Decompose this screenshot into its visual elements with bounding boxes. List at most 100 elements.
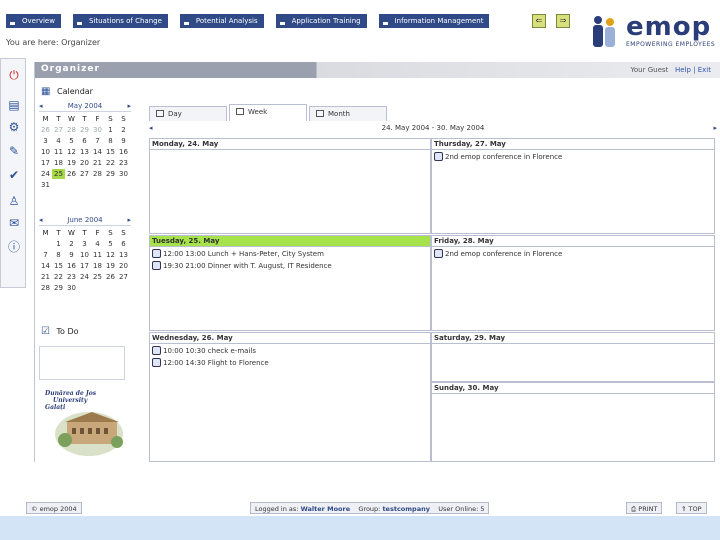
calendar-day[interactable]: 8	[52, 250, 65, 260]
calendar-day[interactable]: 1	[52, 239, 65, 249]
day-cell-wednesday[interactable]: Wednesday, 26. May 10:00 10:30 check e-m…	[149, 332, 431, 462]
calendar-day[interactable]: 6	[78, 136, 91, 146]
next-month-arrow-icon[interactable]: ▸	[127, 102, 131, 110]
nav-tab-situations-of-change[interactable]: Situations of Change	[72, 14, 168, 28]
back-icon[interactable]: ⇐	[532, 14, 546, 28]
account-link[interactable]: Your Guest	[631, 66, 669, 74]
prev-month-arrow-icon[interactable]: ◂	[39, 216, 43, 224]
calendar-day[interactable]: 3	[39, 136, 52, 146]
help-exit-link[interactable]: Help | Exit	[675, 66, 711, 74]
tab-month[interactable]: Month	[309, 106, 387, 121]
calendar-day[interactable]: 17	[78, 261, 91, 271]
day-cell-sunday[interactable]: Sunday, 30. May	[431, 382, 715, 462]
calendar-day[interactable]: 2	[65, 239, 78, 249]
calendar-day[interactable]: 20	[78, 158, 91, 168]
tab-week[interactable]: Week	[229, 104, 307, 121]
mail-icon[interactable]: ✉	[6, 215, 22, 231]
calendar-day[interactable]: 10	[39, 147, 52, 157]
calendar-day[interactable]: 13	[117, 250, 130, 260]
calendar-day[interactable]: 12	[104, 250, 117, 260]
info-icon[interactable]: ⓘ	[6, 239, 22, 255]
next-week-arrow-icon[interactable]: ▸	[713, 124, 717, 132]
calendar-day[interactable]: 11	[91, 250, 104, 260]
event-item[interactable]: 12:00 14:30 Flight to Florence	[150, 356, 430, 368]
person-icon[interactable]: ♙	[6, 193, 22, 209]
calendar-day[interactable]: 25	[91, 272, 104, 282]
calendar-day[interactable]: 12	[65, 147, 78, 157]
calendar-day[interactable]: 29	[104, 169, 117, 179]
calendar-day[interactable]: 9	[65, 250, 78, 260]
calendar-day[interactable]: 8	[104, 136, 117, 146]
calendar-day[interactable]: 23	[65, 272, 78, 282]
calendar-day[interactable]: 4	[52, 136, 65, 146]
calendar-day[interactable]: 22	[52, 272, 65, 282]
gear-icon[interactable]: ⚙	[6, 119, 22, 135]
event-item[interactable]: 19:30 21:00 Dinner with T. August, IT Re…	[150, 259, 430, 271]
event-item[interactable]: 2nd emop conference in Florence	[432, 150, 714, 162]
calendar-day[interactable]: 1	[104, 125, 117, 135]
tab-day[interactable]: Day	[149, 106, 227, 121]
nav-tab-application-training[interactable]: Application Training	[275, 14, 367, 28]
calendar-day[interactable]: 10	[78, 250, 91, 260]
day-cell-thursday[interactable]: Thursday, 27. May 2nd emop conference in…	[431, 138, 715, 234]
print-button[interactable]: ⎙ PRINT	[626, 502, 663, 514]
calendar-day[interactable]: 22	[104, 158, 117, 168]
calendar-day[interactable]: 15	[104, 147, 117, 157]
calendar-day[interactable]: 30	[65, 283, 78, 293]
event-item[interactable]: 2nd emop conference in Florence	[432, 247, 714, 259]
calendar-day[interactable]: 27	[52, 125, 65, 135]
calendar-day[interactable]: 16	[65, 261, 78, 271]
calendar-day[interactable]: 17	[39, 158, 52, 168]
calendar-day[interactable]: 23	[117, 158, 130, 168]
calendar-day[interactable]: 29	[78, 125, 91, 135]
event-item[interactable]: 10:00 10:30 check e-mails	[150, 344, 430, 356]
nav-tab-potential-analysis[interactable]: Potential Analysis	[179, 14, 264, 28]
day-cell-friday[interactable]: Friday, 28. May 2nd emop conference in F…	[431, 235, 715, 331]
calendar-day[interactable]: 31	[39, 180, 52, 190]
next-month-arrow-icon[interactable]: ▸	[127, 216, 131, 224]
calendar-day[interactable]: 30	[117, 169, 130, 179]
calendar-day[interactable]: 7	[39, 250, 52, 260]
book-icon[interactable]: ▤	[6, 97, 22, 113]
day-cell-saturday[interactable]: Saturday, 29. May	[431, 332, 715, 382]
calendar-day[interactable]: 6	[117, 239, 130, 249]
calendar-day[interactable]: 4	[91, 239, 104, 249]
calendar-day[interactable]: 7	[91, 136, 104, 146]
calendar-day[interactable]: 28	[39, 283, 52, 293]
nav-tab-information-management[interactable]: Information Management	[378, 14, 490, 28]
calendar-day[interactable]: 9	[117, 136, 130, 146]
calendar-day[interactable]: 28	[91, 169, 104, 179]
calendar-day[interactable]: 24	[78, 272, 91, 282]
calendar-day[interactable]: 21	[39, 272, 52, 282]
calendar-day[interactable]: 25	[52, 169, 65, 179]
calendar-day[interactable]: 16	[117, 147, 130, 157]
calendar-day[interactable]: 21	[91, 158, 104, 168]
calendar-day[interactable]: 20	[117, 261, 130, 271]
calendar-day[interactable]: 14	[91, 147, 104, 157]
day-cell-tuesday[interactable]: Tuesday, 25. May 12:00 13:00 Lunch + Han…	[149, 235, 431, 331]
calendar-day[interactable]: 3	[78, 239, 91, 249]
calendar-day[interactable]: 28	[65, 125, 78, 135]
calendar-day[interactable]: 5	[104, 239, 117, 249]
calendar-day[interactable]: 19	[104, 261, 117, 271]
calendar-day[interactable]: 26	[104, 272, 117, 282]
power-icon[interactable]: ⏻	[6, 67, 22, 83]
day-cell-monday[interactable]: Monday, 24. May	[149, 138, 431, 234]
calendar-day[interactable]: 27	[117, 272, 130, 282]
top-button[interactable]: ⇑ TOP	[676, 502, 707, 514]
calendar-day[interactable]: 2	[117, 125, 130, 135]
calendar-day[interactable]: 13	[78, 147, 91, 157]
calendar-day[interactable]: 26	[65, 169, 78, 179]
calendar-day[interactable]: 27	[78, 169, 91, 179]
prev-month-arrow-icon[interactable]: ◂	[39, 102, 43, 110]
calendar-day[interactable]: 19	[65, 158, 78, 168]
calendar-day[interactable]: 14	[39, 261, 52, 271]
calendar-day[interactable]: 29	[52, 283, 65, 293]
forward-icon[interactable]: ⇒	[556, 14, 570, 28]
event-item[interactable]: 12:00 13:00 Lunch + Hans-Peter, City Sys…	[150, 247, 430, 259]
calendar-day[interactable]: 24	[39, 169, 52, 179]
check-icon[interactable]: ✔	[6, 167, 22, 183]
calendar-day[interactable]: 5	[65, 136, 78, 146]
calendar-day[interactable]: 18	[91, 261, 104, 271]
tools-icon[interactable]: ✎	[6, 143, 22, 159]
